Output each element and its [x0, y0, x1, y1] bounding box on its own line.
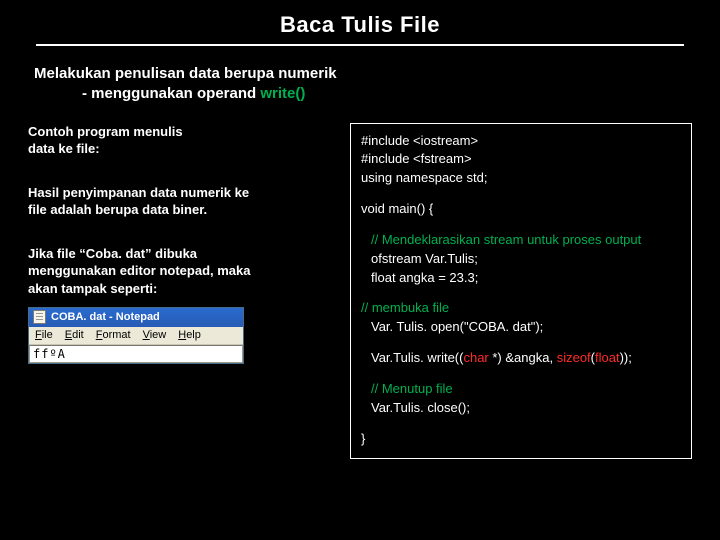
subtitle-line2: - menggunakan operand write(): [82, 84, 692, 104]
code-comment: // membuka file: [361, 299, 681, 318]
notepad-menubar: File Edit Format View Help: [29, 327, 243, 345]
code-frag: Var.Tulis. write((: [371, 350, 463, 365]
left-paragraph-3: Jika file “Coba. dat” dibuka menggunakan…: [28, 245, 338, 298]
lp3-b: menggunakan editor notepad, maka: [28, 262, 338, 280]
subtitle-line2-prefix: - menggunakan operand: [82, 85, 260, 102]
code-block-main-open: void main() {: [361, 200, 681, 219]
menu-file[interactable]: File: [35, 329, 53, 341]
notepad-body: ffºA: [29, 345, 243, 363]
code-block-decl: // Mendeklarasikan stream untuk proses o…: [361, 231, 681, 288]
code-keyword-float: float: [595, 350, 620, 365]
code-line: }: [361, 430, 681, 449]
code-line: Var.Tulis. close();: [371, 399, 681, 418]
code-comment: // Menutup file: [371, 380, 681, 399]
menu-format[interactable]: Format: [96, 329, 131, 341]
code-line: #include <fstream>: [361, 150, 681, 169]
notepad-title-text: COBA. dat - Notepad: [51, 311, 160, 323]
left-column: Contoh program menulis data ke file: Has…: [28, 123, 338, 365]
code-block-open: // membuka file Var. Tulis. open("COBA. …: [361, 299, 681, 337]
slide-title: Baca Tulis File: [28, 12, 692, 44]
code-block-includes: #include <iostream> #include <fstream> u…: [361, 132, 681, 189]
notepad-titlebar: COBA. dat - Notepad: [29, 308, 243, 327]
subtitle-line2-emph: write(): [260, 85, 305, 102]
code-line: Var. Tulis. open("COBA. dat");: [361, 318, 681, 337]
menu-help[interactable]: Help: [178, 329, 201, 341]
code-line: using namespace std;: [361, 169, 681, 188]
menu-edit[interactable]: Edit: [65, 329, 84, 341]
code-line: void main() {: [361, 200, 681, 219]
code-keyword-char: char: [463, 350, 488, 365]
code-comment: // Mendeklarasikan stream untuk proses o…: [371, 231, 681, 250]
code-keyword-sizeof: sizeof: [557, 350, 591, 365]
notepad-icon: [33, 310, 46, 324]
code-box: #include <iostream> #include <fstream> u…: [350, 123, 692, 460]
title-rule: [36, 44, 684, 46]
menu-view[interactable]: View: [143, 329, 167, 341]
subtitle: Melakukan penulisan data berupa numerik …: [34, 64, 692, 105]
lp1-a: Contoh program menulis: [28, 123, 338, 141]
content-grid: Contoh program menulis data ke file: Has…: [28, 123, 692, 460]
code-line: #include <iostream>: [361, 132, 681, 151]
subtitle-line1: Melakukan penulisan data berupa numerik: [34, 64, 692, 84]
lp2-a: Hasil penyimpanan data numerik ke: [28, 184, 338, 202]
code-frag: ));: [620, 350, 632, 365]
code-frag: *) &angka,: [489, 350, 557, 365]
code-line: ofstream Var.Tulis;: [371, 250, 681, 269]
lp2-b: file adalah berupa data biner.: [28, 201, 338, 219]
lp3-a: Jika file “Coba. dat” dibuka: [28, 245, 338, 263]
notepad-window: COBA. dat - Notepad File Edit Format Vie…: [28, 307, 244, 364]
lp1-b: data ke file:: [28, 140, 338, 158]
left-paragraph-1: Contoh program menulis data ke file:: [28, 123, 338, 158]
code-block-write: Var.Tulis. write((char *) &angka, sizeof…: [361, 349, 681, 368]
left-paragraph-2: Hasil penyimpanan data numerik ke file a…: [28, 184, 338, 219]
slide: Baca Tulis File Melakukan penulisan data…: [0, 0, 720, 477]
code-block-close: // Menutup file Var.Tulis. close();: [361, 380, 681, 418]
lp3-c: akan tampak seperti:: [28, 280, 338, 298]
code-line: float angka = 23.3;: [371, 269, 681, 288]
